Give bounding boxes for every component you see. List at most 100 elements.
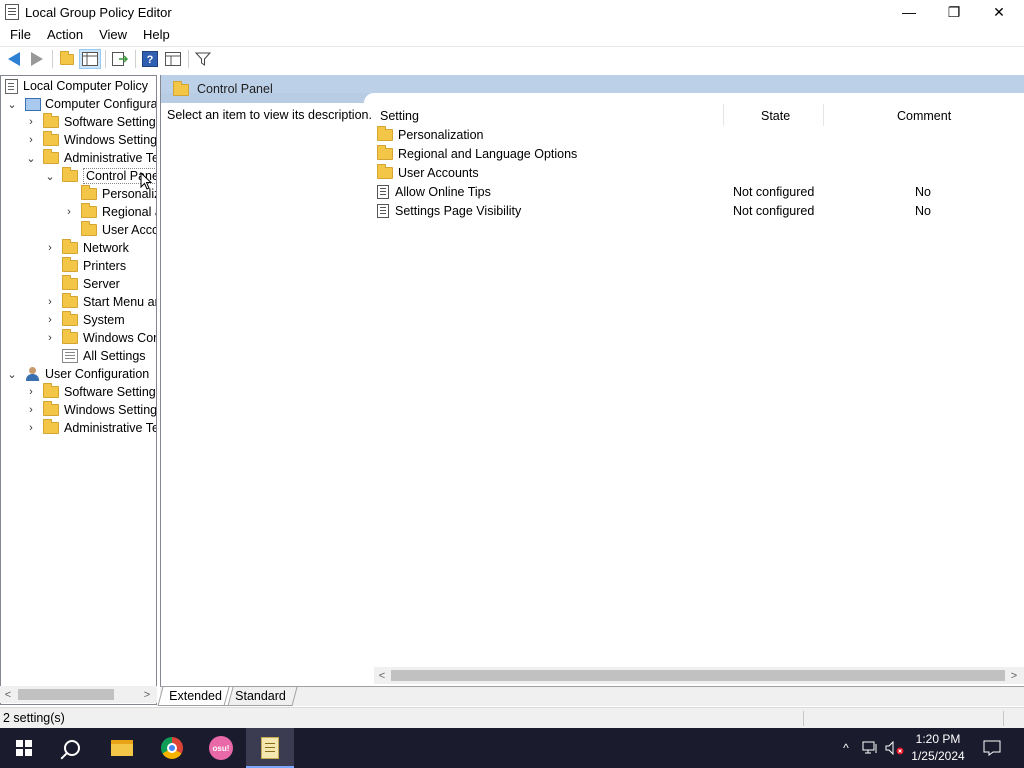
collapse-chevron-icon[interactable]: ⌄ — [6, 365, 18, 383]
start-button[interactable] — [0, 728, 48, 768]
tree-horizontal-scrollbar[interactable]: < > — [0, 686, 157, 703]
tree-item-user-administrative-templates[interactable]: Administrative Te — [43, 419, 156, 437]
minimize-button[interactable]: — — [886, 0, 932, 24]
collapse-chevron-icon[interactable]: ⌄ — [6, 95, 18, 113]
list-item-setting-allow-online-tips[interactable]: Allow Online Tips — [377, 183, 491, 201]
list-item-folder-regional[interactable]: Regional and Language Options — [377, 145, 577, 163]
tree-item-user-accounts[interactable]: User Acco — [81, 221, 156, 239]
expand-chevron-icon[interactable]: › — [25, 419, 37, 437]
tree-item-user-configuration[interactable]: User Configuration — [25, 365, 149, 383]
tree-item-server[interactable]: Server — [62, 275, 120, 293]
tree-label: Administrative Te — [64, 151, 157, 165]
column-separator[interactable] — [823, 104, 824, 126]
clock-time: 1:20 PM — [915, 732, 961, 746]
scroll-left-arrow[interactable]: < — [0, 686, 16, 703]
expand-chevron-icon[interactable]: › — [44, 311, 56, 329]
tree-item-local-computer-policy[interactable]: Local Computer Policy — [5, 77, 148, 95]
close-button[interactable]: ✕ — [976, 0, 1022, 24]
forward-button[interactable] — [26, 49, 48, 69]
folder-icon — [377, 164, 393, 179]
export-list-button[interactable] — [109, 49, 131, 69]
column-separator[interactable] — [723, 104, 724, 126]
tree-label: Software Settings — [64, 115, 157, 129]
column-header-state[interactable]: State — [761, 106, 790, 126]
tree-item-windows-components[interactable]: Windows Cor — [62, 329, 156, 347]
help-button[interactable]: ? — [139, 49, 161, 69]
expand-chevron-icon[interactable]: › — [63, 203, 75, 221]
group-policy-editor-icon — [261, 737, 279, 759]
tree-item-computer-configuration[interactable]: Computer Configura — [25, 95, 156, 113]
taskbar-osu[interactable]: osu! — [197, 728, 245, 768]
expand-chevron-icon[interactable]: › — [25, 131, 37, 149]
menu-action[interactable]: Action — [39, 27, 91, 42]
setting-state: Not configured — [733, 204, 815, 218]
status-text: 2 setting(s) — [3, 711, 65, 725]
menu-help[interactable]: Help — [135, 27, 178, 42]
restore-button[interactable]: ❐ — [931, 0, 977, 24]
scroll-thumb[interactable] — [391, 670, 1005, 681]
tab-extended[interactable]: Extended — [157, 687, 234, 706]
tree-item-regional[interactable]: Regional a — [81, 203, 157, 221]
scroll-left-arrow[interactable]: < — [374, 667, 390, 684]
policy-editor-icon — [5, 4, 19, 20]
tray-overflow-chevron[interactable]: ^ — [836, 728, 856, 768]
clock[interactable]: 1:20 PM 1/25/2024 — [902, 731, 974, 765]
column-header-comment[interactable]: Comment — [897, 106, 951, 126]
expand-chevron-icon[interactable]: › — [44, 239, 56, 257]
list-item-folder-user-accounts[interactable]: User Accounts — [377, 164, 479, 182]
menu-view[interactable]: View — [91, 27, 135, 42]
tree-item-start-menu[interactable]: Start Menu ar — [62, 293, 156, 311]
list-item-label: Settings Page Visibility — [395, 204, 522, 218]
tree-item-windows-settings[interactable]: Windows Setting — [43, 131, 156, 149]
filter-button[interactable] — [192, 49, 214, 69]
tree-label: User Configuration — [45, 367, 150, 381]
tree-item-user-software-settings[interactable]: Software Settings — [43, 383, 156, 401]
folder-icon — [43, 401, 59, 416]
osu-icon: osu! — [209, 736, 233, 760]
expand-chevron-icon[interactable]: › — [25, 383, 37, 401]
details-header-title: Control Panel — [197, 82, 273, 96]
notifications-button[interactable] — [980, 728, 1004, 768]
tree-item-network[interactable]: Network — [62, 239, 129, 257]
list-item-setting-settings-page-visibility[interactable]: Settings Page Visibility — [377, 202, 521, 220]
taskbar-group-policy-editor[interactable] — [246, 728, 294, 768]
back-arrow-icon — [8, 52, 20, 66]
collapse-chevron-icon[interactable]: ⌄ — [44, 167, 56, 185]
tree-label: Regional a — [102, 205, 157, 219]
scroll-right-arrow[interactable]: > — [139, 686, 155, 703]
header-band — [161, 75, 1024, 93]
tree-item-system[interactable]: System — [62, 311, 125, 329]
expand-chevron-icon[interactable]: › — [44, 293, 56, 311]
details-horizontal-scrollbar[interactable]: < > — [374, 667, 1024, 684]
tree-item-administrative-templates[interactable]: Administrative Te — [43, 149, 157, 167]
folder-icon — [173, 81, 189, 96]
help-icon: ? — [142, 51, 158, 67]
tree-item-all-settings[interactable]: All Settings — [62, 347, 146, 365]
tree-label: Server — [83, 277, 120, 291]
back-button[interactable] — [3, 49, 25, 69]
toolbar-separator — [52, 50, 53, 68]
folder-icon — [62, 293, 78, 308]
collapse-chevron-icon[interactable]: ⌄ — [25, 149, 37, 167]
taskbar-file-explorer[interactable] — [98, 728, 146, 768]
menu-file[interactable]: File — [2, 27, 39, 42]
tree-item-user-windows-settings[interactable]: Windows Setting — [43, 401, 156, 419]
list-item-folder-personalization[interactable]: Personalization — [377, 126, 483, 144]
taskbar-search-button[interactable] — [48, 728, 96, 768]
properties-button[interactable] — [162, 49, 184, 69]
expand-chevron-icon[interactable]: › — [25, 113, 37, 131]
taskbar-chrome[interactable] — [148, 728, 196, 768]
tree-item-printers[interactable]: Printers — [62, 257, 126, 275]
column-header-setting[interactable]: Setting — [380, 106, 419, 126]
network-tray-button[interactable] — [860, 728, 882, 768]
details-pane: Control Panel Select an item to view its… — [160, 75, 1024, 687]
setting-comment: No — [915, 185, 931, 199]
show-hide-tree-button[interactable] — [79, 49, 101, 69]
scroll-right-arrow[interactable]: > — [1006, 667, 1022, 684]
expand-chevron-icon[interactable]: › — [44, 329, 56, 347]
expand-chevron-icon[interactable]: › — [25, 401, 37, 419]
scroll-thumb[interactable] — [18, 689, 114, 700]
up-level-button[interactable] — [56, 49, 78, 69]
tab-standard[interactable]: Standard — [223, 687, 298, 706]
tree-item-software-settings[interactable]: Software Settings — [43, 113, 157, 131]
